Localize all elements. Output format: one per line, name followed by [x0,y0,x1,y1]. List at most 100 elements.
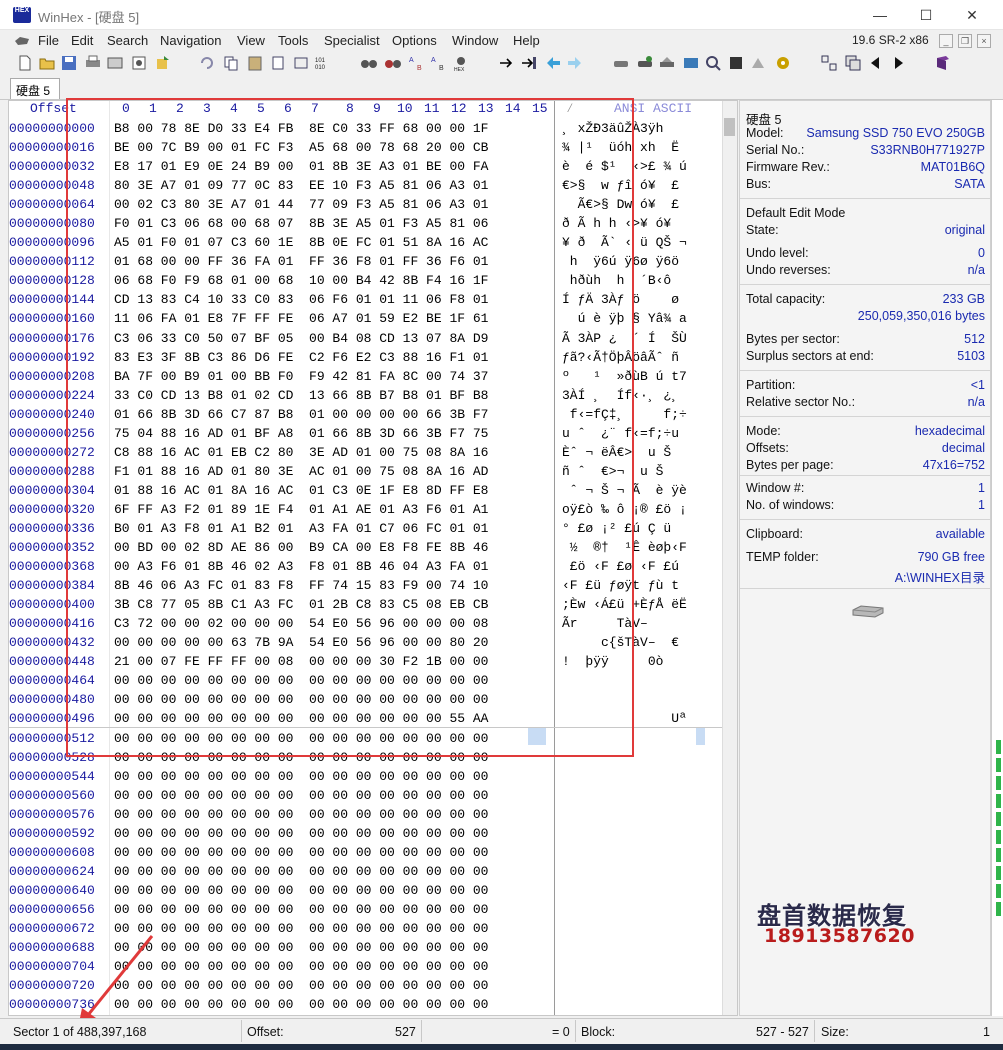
analyze-icon[interactable] [728,54,746,72]
svg-text:101: 101 [315,58,326,64]
panel-divider [740,198,990,199]
open-disk-icon[interactable] [612,54,630,72]
search-hex-values-icon[interactable]: HEX [452,54,470,72]
menu-help[interactable]: Help [513,33,540,48]
properties-icon[interactable] [106,54,124,72]
menu-file[interactable]: File [38,33,59,48]
save-icon[interactable] [60,54,78,72]
status-block-value[interactable]: 527 - 527 [756,1025,809,1039]
copy-icon[interactable] [222,54,240,72]
hex-row[interactable]: 00 00 00 00 00 00 00 00 00 00 00 00 00 0… [114,900,554,919]
back-arrow-icon[interactable] [544,54,562,72]
open-ram-icon[interactable] [636,54,654,72]
hex-row[interactable]: 00 00 00 00 00 00 00 00 00 00 00 00 00 0… [114,919,554,938]
scrollbar-thumb[interactable] [724,118,735,136]
status-separator [575,1020,576,1042]
hex-row[interactable]: 00 00 00 00 00 00 00 00 00 00 00 00 00 0… [114,862,554,881]
hex-row[interactable]: 00 00 00 00 00 00 00 00 00 00 00 00 00 0… [114,824,554,843]
hex-row[interactable]: 00 00 00 00 00 00 00 00 00 00 00 00 00 0… [114,786,554,805]
menu-tools[interactable]: Tools [278,33,308,48]
background-progress-bar [996,758,1001,772]
magnifier-icon[interactable] [704,54,722,72]
goto-sector-icon[interactable] [520,54,538,72]
taskbar [0,1044,1003,1050]
vertical-scrollbar[interactable] [722,101,737,1015]
open-file-icon[interactable] [38,54,56,72]
menu-search[interactable]: Search [107,33,148,48]
menu-specialist[interactable]: Specialist [324,33,380,48]
close-button[interactable]: ✕ [949,0,995,30]
hex-row[interactable]: 00 00 00 00 00 00 00 00 00 00 00 00 00 0… [114,805,554,824]
background-progress-bar [996,866,1001,880]
mdi-restore-button[interactable]: ❐ [958,34,972,48]
svg-text:HEX: HEX [454,67,465,72]
minimize-button[interactable]: — [857,0,903,30]
status-bar [0,1018,1003,1046]
tab-disk-5[interactable]: 硬盘 5 [10,78,60,99]
annotation-arrow [78,935,154,1028]
undo-level-value: 0 [978,246,985,260]
print-icon[interactable] [84,54,102,72]
find-hex-icon[interactable] [384,54,402,72]
winhex-app-icon: HEX [13,7,31,23]
panel-divider [740,284,990,285]
app-icon-label: HEX [14,7,30,14]
previous-window-icon[interactable] [866,54,884,72]
mdi-close-button[interactable]: × [977,34,991,48]
disk-tools-icon[interactable] [658,54,676,72]
svg-text:B: B [417,65,422,72]
status-offset-value[interactable]: 527 [395,1025,416,1039]
mdi-minimize-button[interactable]: _ [939,34,953,48]
replace-hex-icon[interactable]: AB [430,54,448,72]
find-text-icon[interactable] [360,54,378,72]
maximize-button[interactable]: ☐ [903,0,949,30]
binary-icon[interactable]: 101010 [314,54,332,72]
hex-row[interactable]: 00 00 00 00 00 00 00 00 00 00 00 00 00 0… [114,881,554,900]
next-window-icon[interactable] [890,54,908,72]
background-progress-bar [996,902,1001,916]
menu-edit[interactable]: Edit [71,33,93,48]
settings-icon[interactable] [130,54,148,72]
undo-icon[interactable] [198,54,216,72]
window-number-value: 1 [978,481,985,495]
export-icon[interactable] [154,54,172,72]
menu-window[interactable]: Window [452,33,498,48]
forward-arrow-icon[interactable] [566,54,584,72]
replace-text-icon[interactable]: AB [408,54,426,72]
cascade-windows-icon[interactable] [844,54,862,72]
status-sector[interactable]: Sector 1 of 488,397,168 [13,1025,146,1039]
offset-cell: 00000000560 [9,787,95,803]
gear-icon[interactable] [774,54,792,72]
tile-windows-icon[interactable] [820,54,838,72]
hex-row[interactable]: 00 00 00 00 00 00 00 00 00 00 00 00 00 0… [114,767,554,786]
background-progress-bar [996,776,1001,790]
hex-row[interactable]: 00 00 00 00 00 00 00 00 00 00 00 00 00 0… [114,976,554,995]
menu-view[interactable]: View [237,33,265,48]
status-block-label: Block: [581,1025,616,1039]
paste-special-icon[interactable] [270,54,288,72]
menu-options[interactable]: Options [392,33,437,48]
goto-offset-icon[interactable] [498,54,516,72]
hex-row[interactable]: 00 00 00 00 00 00 00 00 00 00 00 00 00 0… [114,995,554,1014]
undo-reverses-value: n/a [967,263,985,277]
calculator-icon[interactable] [682,54,700,72]
window-title: WinHex - [硬盘 5] [38,10,140,25]
status-size-label: Size: [821,1025,849,1039]
temp-folder-path[interactable]: A:\WINHEX目录 [746,567,985,586]
hex-row[interactable]: 00 00 00 00 00 00 00 00 00 00 00 00 00 0… [114,843,554,862]
hash-icon[interactable] [750,54,768,72]
hex-row[interactable]: 00 00 00 00 00 00 00 00 00 00 00 00 00 0… [114,938,554,957]
background-progress-bar [996,812,1001,826]
menu-navigation[interactable]: Navigation [160,33,221,48]
svg-text:A: A [431,57,436,64]
bytes-per-page-value: 47x16=752 [922,458,985,472]
write-block-icon[interactable] [292,54,310,72]
version-label: 19.6 SR-2 x86 [852,33,929,47]
paste-icon[interactable] [246,54,264,72]
help-book-icon[interactable] [934,54,952,72]
watermark-phone: 18913587620 [764,925,915,947]
hex-row[interactable]: 00 00 00 00 00 00 00 00 00 00 00 00 00 0… [114,957,554,976]
new-file-icon[interactable] [16,54,34,72]
firmware-value: MAT01B6Q [920,160,985,174]
panel-divider [740,370,990,371]
